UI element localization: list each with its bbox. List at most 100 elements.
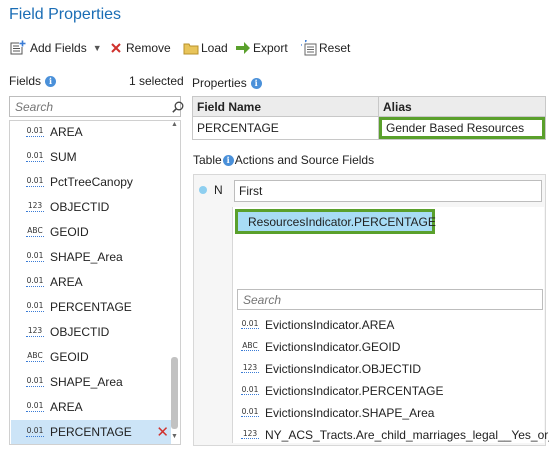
- load-button[interactable]: Load: [183, 38, 228, 58]
- field-name-label: PERCENTAGE: [50, 425, 132, 439]
- field-name-label: OBJECTID: [50, 200, 110, 214]
- fields-section-label: Fields i: [9, 74, 57, 88]
- field-type-icon: 0.01: [26, 426, 44, 437]
- fields-search-box[interactable]: [9, 96, 184, 117]
- source-field-item[interactable]: ABC EvictionsIndicator.GEOID: [237, 336, 400, 357]
- source-field-item[interactable]: 0.01 EvictionsIndicator.SHAPE_Area: [237, 402, 434, 423]
- source-field-label: EvictionsIndicator.SHAPE_Area: [265, 405, 435, 420]
- field-name-label: GEOID: [50, 350, 89, 364]
- field-type-icon: ABC: [26, 351, 44, 362]
- field-type-icon: 0.01: [26, 301, 44, 312]
- scroll-thumb[interactable]: [171, 357, 178, 429]
- folder-icon: [183, 41, 199, 55]
- field-type-icon: 123: [26, 326, 44, 337]
- scroll-down-arrow[interactable]: ▼: [169, 433, 180, 443]
- info-icon[interactable]: i: [222, 154, 234, 166]
- export-label: Export: [253, 41, 288, 55]
- fields-label: Fields: [9, 74, 42, 88]
- field-name-label: SUM: [50, 150, 77, 164]
- field-list-item[interactable]: 0.01 AREA: [11, 395, 171, 419]
- fields-list[interactable]: 0.01 AREA 0.01 SUM 0.01 PctTreeCanopy 123 OBJEC…: [9, 120, 181, 445]
- remove-button[interactable]: Remove: [110, 38, 171, 58]
- field-name-label: PERCENTAGE: [50, 300, 132, 314]
- field-list-item[interactable]: 0.01 AREA: [11, 270, 171, 294]
- field-name-label: AREA: [50, 125, 83, 139]
- merge-rule-field[interactable]: First: [234, 180, 542, 202]
- actions-section-label: Table i Actions and Source Fields: [193, 153, 374, 167]
- source-field-item[interactable]: 123 NY_ACS_Tracts.Are_child_marriages_leg…: [237, 424, 549, 445]
- source-field-label: EvictionsIndicator.AREA: [265, 317, 395, 332]
- actions-panel: N First ResourcesIndicator.PERCENTAGE 0.…: [193, 174, 549, 446]
- remove-icon: [110, 42, 122, 54]
- actions-label-prefix: Table: [193, 153, 222, 167]
- field-type-icon: 0.01: [26, 126, 44, 137]
- delete-x-icon[interactable]: ✕: [156, 423, 169, 441]
- reset-button[interactable]: Reset: [301, 38, 350, 58]
- selected-count: 1 selected: [129, 74, 184, 88]
- source-search-box[interactable]: [237, 289, 543, 310]
- source-field-item[interactable]: 0.01 EvictionsIndicator.PERCENTAGE: [237, 380, 444, 401]
- reset-label: Reset: [319, 41, 351, 55]
- fields-search-input[interactable]: [10, 97, 172, 116]
- export-arrow-icon: [235, 41, 251, 55]
- field-list-item[interactable]: 123 OBJECTID: [11, 320, 171, 344]
- field-name-label: SHAPE_Area: [50, 250, 123, 264]
- load-label: Load: [201, 41, 228, 55]
- properties-section-label: Properties i: [192, 76, 262, 90]
- properties-label: Properties: [192, 76, 247, 90]
- field-type-icon: 0.01: [26, 276, 44, 287]
- field-name-label: GEOID: [50, 225, 89, 239]
- field-name-label: AREA: [50, 275, 83, 289]
- field-list-item[interactable]: 123 OBJECTID: [11, 195, 171, 219]
- field-list-item[interactable]: 0.01 SHAPE_Area: [11, 370, 171, 394]
- add-fields-button[interactable]: Add Fields ▼: [10, 38, 102, 58]
- field-list-item[interactable]: 0.01 PERCENTAGE ✕: [11, 420, 171, 444]
- field-type-icon: 0.01: [241, 406, 259, 418]
- search-icon[interactable]: [172, 101, 184, 113]
- field-type-icon: 0.01: [26, 151, 44, 162]
- alias-header: Alias: [383, 99, 412, 114]
- field-list-item[interactable]: 0.01 SHAPE_Area: [11, 245, 171, 269]
- source-fields-box[interactable]: ResourcesIndicator.PERCENTAGE 0.01 Evicti…: [232, 207, 549, 443]
- alias-cell[interactable]: Gender Based Resources: [379, 117, 545, 139]
- window-title: Field Properties: [9, 6, 122, 23]
- field-type-icon: 123: [241, 428, 259, 440]
- add-fields-label: Add Fields: [30, 41, 87, 55]
- source-field-label: EvictionsIndicator.PERCENTAGE: [265, 383, 444, 398]
- source-field-label: EvictionsIndicator.GEOID: [265, 339, 401, 354]
- field-list-item[interactable]: 0.01 PctTreeCanopy: [11, 170, 171, 194]
- field-type-icon: 0.01: [26, 251, 44, 262]
- export-button[interactable]: Export: [235, 38, 288, 58]
- field-type-icon: ABC: [241, 340, 259, 352]
- source-field-item[interactable]: 0.01 EvictionsIndicator.AREA: [237, 314, 394, 335]
- field-list-item[interactable]: 0.01 AREA: [11, 121, 171, 144]
- field-list-item[interactable]: ABC GEOID: [11, 345, 171, 369]
- remove-label: Remove: [126, 41, 171, 55]
- field-type-icon: 0.01: [241, 318, 259, 330]
- field-type-icon: 123: [26, 201, 44, 212]
- actions-label-rest: Actions and Source Fields: [234, 153, 375, 167]
- source-search-input[interactable]: [238, 290, 542, 309]
- field-type-icon: 0.01: [26, 401, 44, 412]
- info-icon[interactable]: i: [45, 75, 57, 87]
- field-list-item[interactable]: 0.01 SUM: [11, 145, 171, 169]
- scroll-up-arrow[interactable]: ▲: [169, 121, 180, 131]
- field-list-item[interactable]: 0.01 PERCENTAGE: [11, 295, 171, 319]
- chosen-source-field[interactable]: ResourcesIndicator.PERCENTAGE: [235, 209, 436, 234]
- source-field-label: NY_ACS_Tracts.Are_child_marriages_legal_…: [265, 427, 549, 442]
- properties-table: Field Name Alias PERCENTAGE Gender Based…: [192, 96, 546, 140]
- field-name-cell[interactable]: PERCENTAGE: [193, 117, 379, 139]
- field-name-label: SHAPE_Area: [50, 375, 123, 389]
- info-icon[interactable]: i: [250, 77, 262, 89]
- source-field-label: EvictionsIndicator.OBJECTID: [265, 361, 422, 376]
- field-type-icon: 0.01: [26, 176, 44, 187]
- merge-rule-letter: N: [214, 183, 223, 197]
- field-name-label: OBJECTID: [50, 325, 110, 339]
- fields-scrollbar[interactable]: ▲ ▼: [169, 121, 180, 444]
- chevron-down-icon[interactable]: ▼: [93, 43, 102, 53]
- source-field-item[interactable]: 123 EvictionsIndicator.OBJECTID: [237, 358, 421, 379]
- field-type-icon: 0.01: [26, 376, 44, 387]
- merge-rule-row[interactable]: N: [194, 175, 230, 205]
- add-fields-icon: [10, 40, 26, 56]
- field-list-item[interactable]: ABC GEOID: [11, 220, 171, 244]
